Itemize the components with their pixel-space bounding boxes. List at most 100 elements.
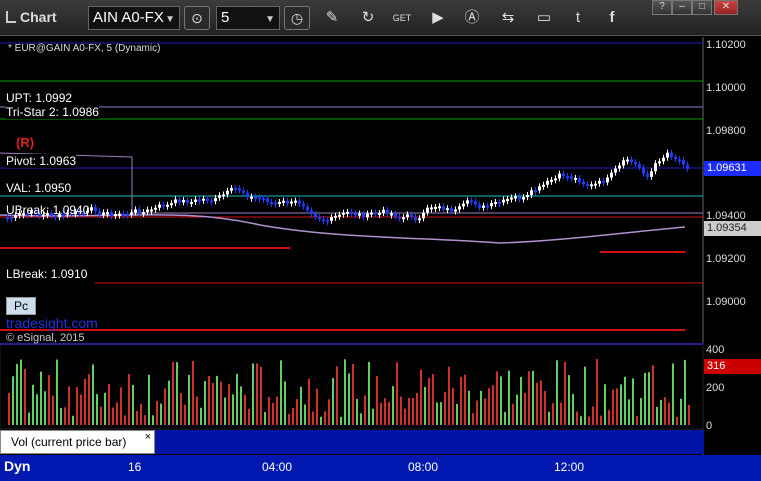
volume-bar — [32, 384, 34, 425]
target-button[interactable]: ⊙ — [184, 6, 210, 30]
volume-bar — [624, 376, 626, 425]
candle-body — [302, 203, 305, 207]
candle-body — [322, 219, 325, 222]
volume-bar — [680, 398, 682, 425]
volume-bar — [344, 359, 346, 425]
candle-body — [194, 199, 197, 202]
volume-bar — [232, 394, 234, 425]
pen-icon[interactable]: ✎ — [322, 8, 342, 28]
volume-bar — [468, 390, 470, 425]
candle-body — [110, 212, 113, 217]
volume-bar — [636, 416, 638, 425]
dyn-label[interactable]: Dyn — [4, 458, 30, 474]
candle-body — [506, 199, 509, 202]
volume-bar — [628, 399, 630, 425]
candle-body — [258, 197, 261, 200]
candle-body — [474, 201, 477, 205]
candle-body — [446, 208, 449, 211]
price-panel — [0, 37, 703, 342]
candle-body — [218, 195, 221, 198]
price-chart[interactable]: * EUR@GAIN A0-FX, 5 (Dynamic) UPT: 1.099… — [0, 37, 761, 457]
twitter-icon[interactable]: t — [568, 8, 588, 28]
candle-body — [362, 213, 365, 218]
volume-tick: 200 — [706, 382, 725, 394]
candle-body — [318, 216, 321, 220]
toolbar: Chart AIN A0-FX ▼ ⊙ 5 ▼ ◷ ✎ ↻ GET ▶ Ⓐ ⇆ ▭ … — [0, 0, 761, 36]
candle-body — [282, 200, 285, 203]
volume-tick: 400 — [706, 344, 725, 356]
candle-body — [518, 196, 521, 200]
candle-body — [94, 207, 97, 212]
volume-bar — [440, 402, 442, 425]
candle-body — [342, 212, 345, 215]
volume-tag: 316 — [704, 359, 761, 374]
candle-body — [650, 171, 653, 177]
volume-bar — [312, 411, 314, 425]
candle-body — [370, 212, 373, 215]
refresh-icon[interactable]: ↻ — [358, 8, 378, 28]
minimize-button[interactable]: – — [672, 0, 692, 15]
volume-bar — [476, 400, 478, 425]
chevron-down-icon[interactable]: ▼ — [165, 11, 175, 29]
candle-body — [510, 197, 513, 200]
last-price-tag: 1.09631 — [704, 161, 761, 176]
a-icon[interactable]: Ⓐ — [462, 8, 482, 28]
link-icon[interactable]: ⇆ — [498, 8, 518, 28]
volume-bar — [248, 408, 250, 425]
chevron-down-icon[interactable]: ▼ — [265, 11, 275, 29]
volume-bar — [360, 413, 362, 425]
candle-body — [254, 196, 257, 199]
volume-bar — [416, 393, 418, 425]
candle-body — [466, 200, 469, 204]
volume-bar — [412, 397, 414, 425]
volume-bar — [228, 384, 230, 425]
candle-body — [326, 220, 329, 223]
volume-bar — [208, 375, 210, 425]
volume-bar — [240, 386, 242, 425]
candle-body — [534, 190, 537, 193]
volume-bar — [108, 384, 110, 425]
help-button[interactable]: ? — [652, 0, 672, 15]
candle-body — [286, 200, 289, 204]
volume-bar — [372, 408, 374, 425]
candle-body — [586, 184, 589, 187]
price-tick: 1.10200 — [706, 39, 746, 51]
candle-body — [402, 217, 405, 220]
volume-bar — [8, 392, 10, 425]
volume-bar — [140, 404, 142, 425]
candle-body — [174, 199, 177, 204]
chart-canvas[interactable] — [0, 37, 761, 457]
pc-button[interactable]: Pc — [6, 297, 36, 315]
volume-bar — [548, 411, 550, 425]
volume-bar — [16, 363, 18, 425]
volume-bar — [88, 374, 90, 425]
interval-input[interactable]: 5 ▼ — [216, 6, 280, 30]
time-tick: 08:00 — [408, 460, 439, 474]
close-button[interactable]: ✕ — [714, 0, 738, 15]
volume-bar — [500, 376, 502, 425]
symbol-input[interactable]: AIN A0-FX ▼ — [88, 6, 180, 30]
candle-body — [498, 202, 501, 205]
volume-bar — [336, 366, 338, 425]
volume-panel-label: Vol (current price bar) × — [0, 430, 155, 454]
clock-button[interactable]: ◷ — [284, 6, 310, 30]
volume-bar — [616, 388, 618, 425]
candle-body — [234, 188, 237, 191]
chat-icon[interactable]: ▭ — [534, 8, 554, 28]
play-icon[interactable]: ▶ — [428, 8, 448, 28]
volume-bar — [276, 396, 278, 425]
volume-bar — [236, 373, 238, 425]
maximize-button[interactable]: □ — [692, 0, 712, 15]
volume-bar — [480, 390, 482, 425]
volume-tick: 0 — [706, 420, 713, 432]
get-icon[interactable]: GET — [392, 8, 412, 28]
candle-body — [410, 214, 413, 217]
close-icon[interactable]: × — [145, 431, 151, 443]
candle-body — [462, 203, 465, 207]
candle-body — [142, 212, 145, 215]
tristar-label: Tri-Star 2: 1.0986 — [6, 105, 99, 119]
candle-body — [454, 209, 457, 212]
lbreak-label: LBreak: 1.0910 — [6, 267, 88, 281]
facebook-icon[interactable]: f — [602, 8, 622, 28]
candle-body — [638, 164, 641, 168]
